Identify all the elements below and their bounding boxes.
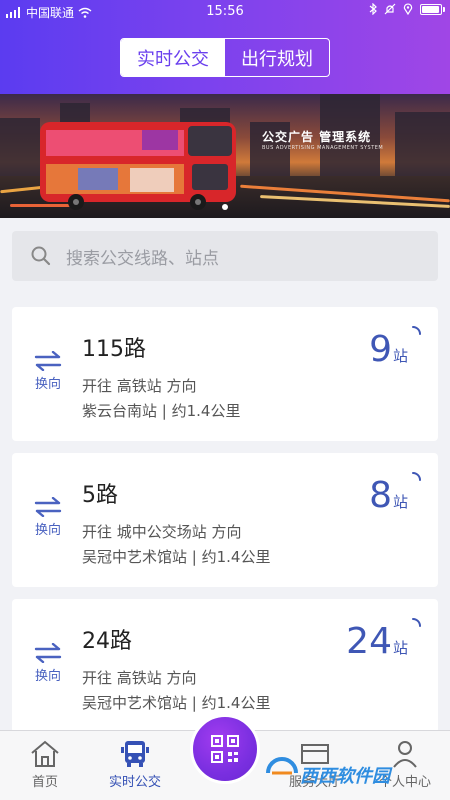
stops-away: 8 站 xyxy=(369,475,408,516)
ad-banner[interactable]: 公交广告 管理系统 BUS ADVERTISING MANAGEMENT SYS… xyxy=(0,94,450,218)
search-icon xyxy=(31,246,51,266)
nearest-stop: 吴冠中艺术馆站 | 约1.4公里 xyxy=(82,548,271,566)
swap-icon xyxy=(34,351,62,371)
swap-label: 换向 xyxy=(34,523,61,538)
qr-code-icon xyxy=(211,735,239,763)
refresh-spinner-icon xyxy=(412,326,421,335)
mode-segmented-control: 实时公交 出行规划 xyxy=(120,38,330,77)
location-icon xyxy=(403,3,413,15)
tab-home[interactable]: 首页 xyxy=(0,731,90,800)
banner-title: 公交广告 管理系统 xyxy=(262,130,372,144)
watermark-text: 西西软件园 xyxy=(300,766,390,787)
header: 中国联通 15:56 实时公交 出行规划 xyxy=(0,0,450,94)
route-card[interactable]: 换向 24路 开往 高铁站 方向 吴冠中艺术馆站 | 约1.4公里 24 站 xyxy=(12,599,438,733)
stops-count: 24 xyxy=(346,621,392,662)
route-direction: 开往 高铁站 方向 xyxy=(82,669,197,687)
nearest-stop: 紫云台南站 | 约1.4公里 xyxy=(82,402,241,420)
swap-icon xyxy=(34,643,62,663)
route-name: 115路 xyxy=(82,337,146,362)
tab-trip-planning[interactable]: 出行规划 xyxy=(225,39,329,76)
refresh-spinner-icon xyxy=(412,618,421,627)
route-name: 5路 xyxy=(82,483,118,508)
double-decker-bus-image xyxy=(40,122,236,210)
bluetooth-icon xyxy=(369,3,377,15)
nearest-stop: 吴冠中艺术馆站 | 约1.4公里 xyxy=(82,694,271,712)
route-card[interactable]: 换向 115路 开往 高铁站 方向 紫云台南站 | 约1.4公里 9 站 xyxy=(12,307,438,441)
tab-realtime-bus[interactable]: 实时公交 xyxy=(121,39,225,76)
swap-label: 换向 xyxy=(34,669,61,684)
stops-unit: 站 xyxy=(392,347,408,365)
tab-realtime[interactable]: 实时公交 xyxy=(90,731,180,800)
bus-icon xyxy=(121,741,149,767)
battery-icon xyxy=(420,3,445,15)
stops-count: 8 xyxy=(369,475,392,516)
refresh-spinner-icon xyxy=(412,472,421,481)
stops-away: 9 站 xyxy=(369,329,408,370)
scan-qr-button[interactable] xyxy=(190,714,260,784)
route-direction: 开往 城中公交场站 方向 xyxy=(82,523,242,541)
swap-direction-button[interactable]: 换向 xyxy=(28,643,68,684)
route-name: 24路 xyxy=(82,629,132,654)
swap-icon xyxy=(34,497,62,517)
carousel-indicator xyxy=(222,204,228,210)
stops-away: 24 站 xyxy=(346,621,408,662)
swap-label: 换向 xyxy=(34,377,61,392)
home-icon xyxy=(31,740,59,767)
stops-unit: 站 xyxy=(392,493,408,511)
search-bar[interactable]: 搜索公交线路、站点 xyxy=(12,231,438,281)
mute-icon xyxy=(384,3,396,15)
tab-realtime-label: 实时公交 xyxy=(108,775,161,790)
banner-subtitle: BUS ADVERTISING MANAGEMENT SYSTEM xyxy=(262,145,384,151)
stops-unit: 站 xyxy=(392,639,408,657)
swap-direction-button[interactable]: 换向 xyxy=(28,351,68,392)
stops-count: 9 xyxy=(369,329,392,370)
route-direction: 开往 高铁站 方向 xyxy=(82,377,197,395)
swap-direction-button[interactable]: 换向 xyxy=(28,497,68,538)
route-card[interactable]: 换向 5路 开往 城中公交场站 方向 吴冠中艺术馆站 | 约1.4公里 8 站 xyxy=(12,453,438,587)
tab-home-label: 首页 xyxy=(31,775,58,790)
search-input[interactable]: 搜索公交线路、站点 xyxy=(66,244,219,269)
status-bar: 中国联通 15:56 xyxy=(0,0,450,24)
